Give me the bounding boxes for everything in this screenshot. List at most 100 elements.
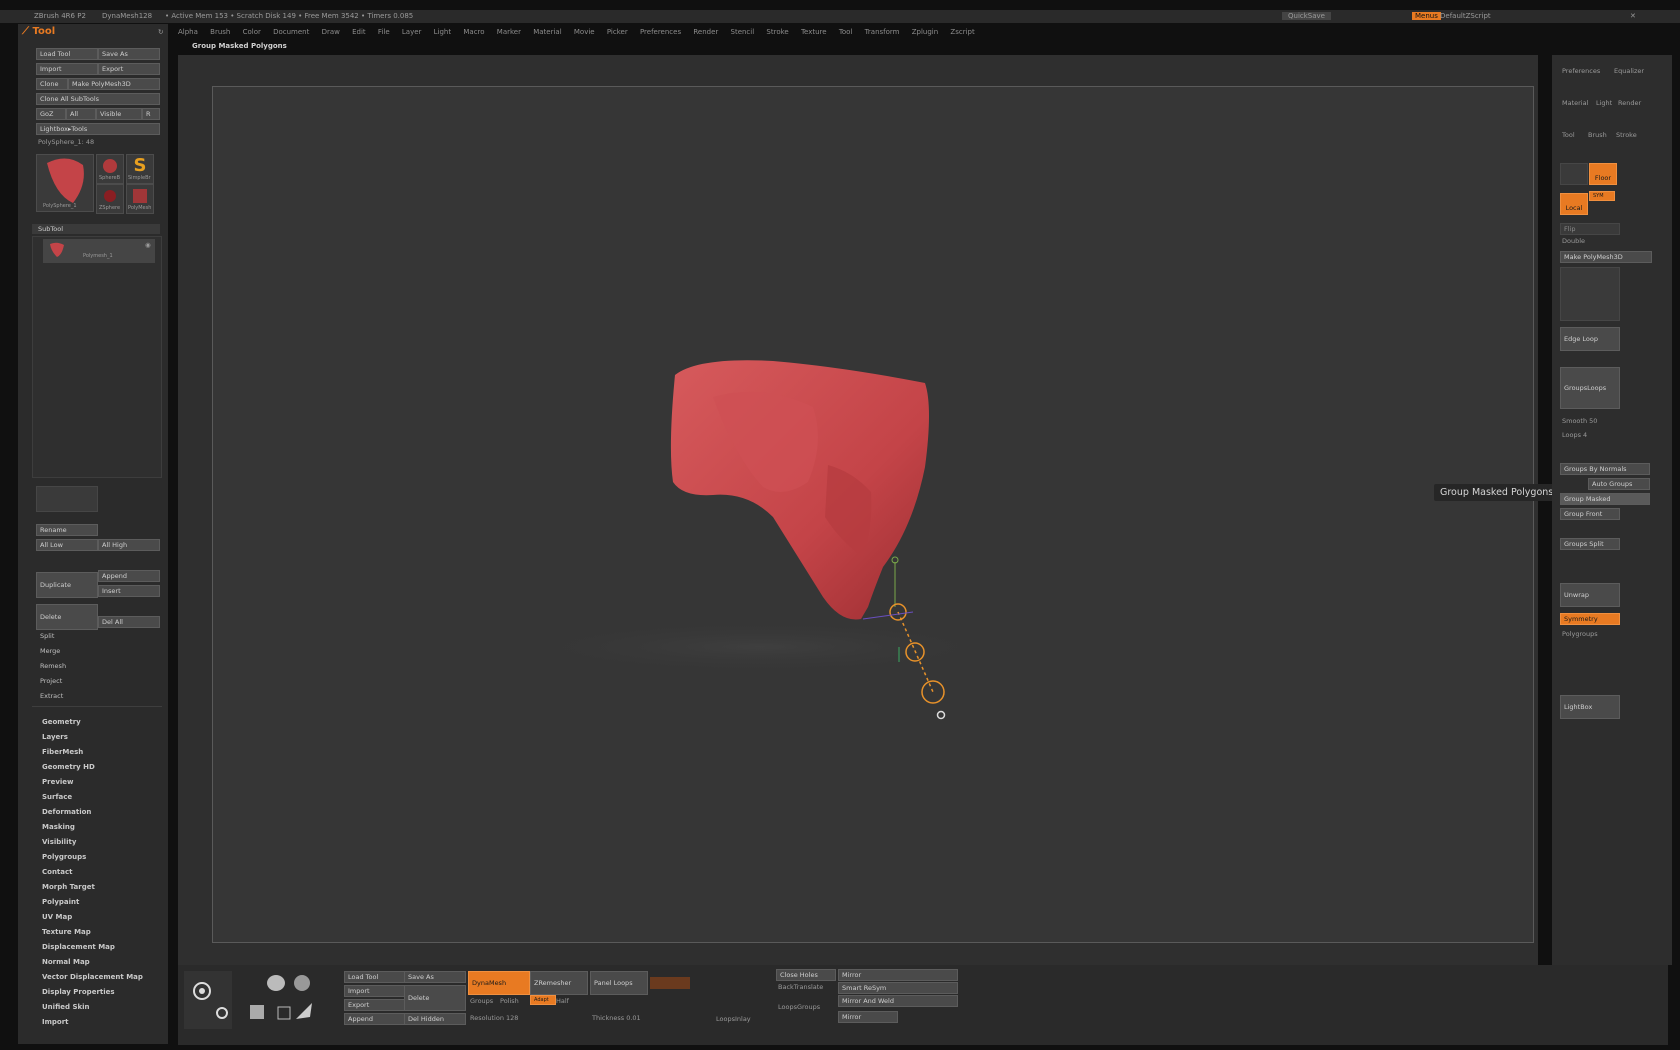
subpalette-fibermesh[interactable]: FiberMesh (42, 748, 83, 756)
refresh-icon[interactable]: ↻ (158, 28, 163, 36)
menu-material[interactable]: Material (533, 28, 561, 36)
menu-alpha[interactable]: Alpha (178, 28, 198, 36)
bottom-delete[interactable]: Delete (404, 985, 466, 1011)
all-high-button[interactable]: All High (98, 539, 160, 551)
load-tool-button[interactable]: Load Tool (36, 48, 98, 60)
menus-toggle[interactable]: Menus (1412, 12, 1441, 20)
export-button[interactable]: Export (98, 63, 160, 75)
light-link[interactable]: Light (1596, 99, 1612, 107)
menu-stroke[interactable]: Stroke (766, 28, 788, 36)
bottom-load-tool[interactable]: Load Tool (344, 971, 406, 983)
material-link[interactable]: Material (1562, 99, 1588, 107)
zremesher-button[interactable]: ZRemesher (530, 971, 588, 995)
adapt-toggle[interactable]: Adapt (530, 995, 556, 1005)
symmetry-button[interactable]: Symmetry (1560, 613, 1620, 625)
subpalette-texture-map[interactable]: Texture Map (42, 928, 91, 936)
menu-draw[interactable]: Draw (322, 28, 340, 36)
gizmo-pivot-dot[interactable] (936, 710, 946, 720)
current-tool-thumbnail[interactable]: PolySphere_1 (36, 154, 94, 212)
goz-button[interactable]: GoZ (36, 108, 66, 120)
del-all-button[interactable]: Del All (98, 616, 160, 628)
subpalette-contact[interactable]: Contact (42, 868, 73, 876)
menu-texture[interactable]: Texture (801, 28, 827, 36)
menu-edit[interactable]: Edit (352, 28, 366, 36)
bottom-del-hidden[interactable]: Del Hidden (404, 1013, 466, 1025)
menu-movie[interactable]: Movie (574, 28, 595, 36)
subpalette-unified-skin[interactable]: Unified Skin (42, 1003, 90, 1011)
menu-light[interactable]: Light (434, 28, 451, 36)
menu-macro[interactable]: Macro (463, 28, 484, 36)
append-button[interactable]: Append (98, 570, 160, 582)
all-button[interactable]: All (66, 108, 96, 120)
resolution-slider[interactable]: Resolution 128 (470, 1014, 518, 1022)
subpalette-layers[interactable]: Layers (42, 733, 68, 741)
group-front-button[interactable]: Group Front (1560, 508, 1620, 520)
clone-button[interactable]: Clone (36, 78, 68, 90)
visible-button[interactable]: Visible (96, 108, 142, 120)
menu-preferences[interactable]: Preferences (640, 28, 681, 36)
brush-link[interactable]: Brush (1588, 131, 1607, 139)
import-button[interactable]: Import (36, 63, 98, 75)
panel-loops-button[interactable]: Panel Loops (590, 971, 648, 995)
subpalette-visibility[interactable]: Visibility (42, 838, 76, 846)
menu-brush[interactable]: Brush (210, 28, 230, 36)
menu-file[interactable]: File (378, 28, 390, 36)
equalizer-link[interactable]: Equalizer (1614, 67, 1644, 75)
rename-button[interactable]: Rename (36, 524, 98, 536)
make-polymesh-button[interactable]: Make PolyMesh3D (68, 78, 160, 90)
menu-picker[interactable]: Picker (607, 28, 628, 36)
bottom-export[interactable]: Export (344, 999, 406, 1011)
auto-groups-button[interactable]: Auto Groups (1588, 478, 1650, 490)
subpalette-deformation[interactable]: Deformation (42, 808, 91, 816)
visibility-eye-icon[interactable]: ◉ (145, 241, 151, 249)
quicksave-button[interactable]: QuickSave (1282, 12, 1331, 20)
menu-zplugin[interactable]: Zplugin (912, 28, 938, 36)
default-zscript-button[interactable]: DefaultZScript (1440, 12, 1491, 20)
subpalette-uv-map[interactable]: UV Map (42, 913, 72, 921)
frame-button[interactable] (1560, 163, 1588, 185)
sym-button[interactable]: SYM (1589, 191, 1615, 201)
menu-zscript[interactable]: Zscript (950, 28, 974, 36)
subpalette-preview[interactable]: Preview (42, 778, 74, 786)
subtool-item[interactable]: Polymesh_1 ◉ (43, 239, 155, 263)
all-low-button[interactable]: All Low (36, 539, 98, 551)
loops-slider[interactable]: Loops 4 (1562, 431, 1587, 439)
transpose-gizmo-tool[interactable] (184, 971, 232, 1029)
mirror-button-2[interactable]: Mirror (838, 1011, 898, 1023)
bottom-append[interactable]: Append (344, 1013, 406, 1025)
bottom-save-as[interactable]: Save As (404, 971, 466, 983)
clone-all-subtools-button[interactable]: Clone All SubTools (36, 93, 160, 105)
insert-button[interactable]: Insert (98, 585, 160, 597)
simple-brush-thumb[interactable]: S SimpleBr (126, 154, 154, 184)
subpalette-polypaint[interactable]: Polypaint (42, 898, 79, 906)
menu-color[interactable]: Color (243, 28, 261, 36)
menu-render[interactable]: Render (693, 28, 718, 36)
half-toggle[interactable]: Half (556, 997, 569, 1005)
subpalette-morph-target[interactable]: Morph Target (42, 883, 95, 891)
lightbox-button[interactable]: LightBox (1560, 695, 1620, 719)
stroke-link[interactable]: Stroke (1616, 131, 1637, 139)
polymesh-thumb[interactable]: PolyMesh (126, 184, 154, 214)
menu-layer[interactable]: Layer (402, 28, 422, 36)
make-polymesh-button-right[interactable]: Make PolyMesh3D (1560, 251, 1652, 263)
subpalette-geometry-hd[interactable]: Geometry HD (42, 763, 95, 771)
menu-marker[interactable]: Marker (497, 28, 521, 36)
groups-split-button[interactable]: Groups Split (1560, 538, 1620, 550)
color-swatch[interactable] (650, 977, 690, 989)
floor-button[interactable]: Floor (1589, 163, 1617, 185)
subpalette-surface[interactable]: Surface (42, 793, 72, 801)
unwrap-button[interactable]: Unwrap (1560, 583, 1620, 607)
menu-stencil[interactable]: Stencil (731, 28, 755, 36)
zsphere-thumb[interactable]: ZSphere (96, 184, 124, 214)
group-masked-button[interactable]: Group Masked (1560, 493, 1650, 505)
menu-tool[interactable]: Tool (839, 28, 853, 36)
save-as-button[interactable]: Save As (98, 48, 160, 60)
red-model-body[interactable] (670, 360, 929, 620)
groups-loops-button[interactable]: GroupsLoops (1560, 367, 1620, 409)
local-button[interactable]: Local (1560, 193, 1588, 215)
dynamesh-button[interactable]: DynaMesh (468, 971, 530, 995)
delete-button[interactable]: Delete (36, 604, 98, 630)
mirror-and-weld-button[interactable]: Mirror And Weld (838, 995, 958, 1007)
edge-loop-button[interactable]: Edge Loop (1560, 327, 1620, 351)
merge-item[interactable]: Merge (40, 647, 60, 655)
